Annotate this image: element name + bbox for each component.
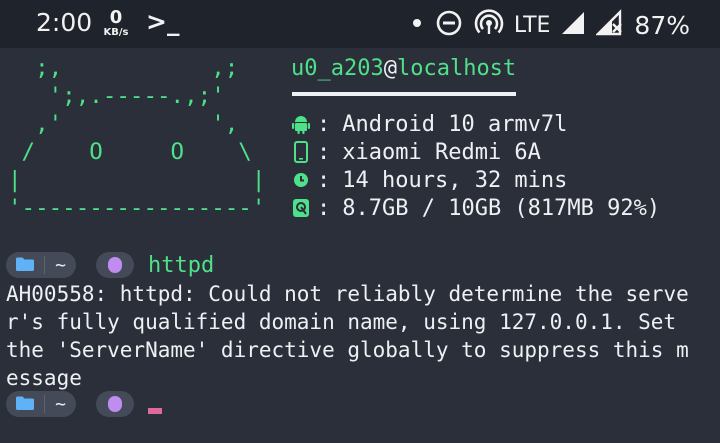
command-output: AH00558: httpd: Could not reliably deter… <box>6 280 689 392</box>
android-ascii-logo: ;, ,; ';,.-----.,;' ,' ', / O O \ | | '-… <box>8 55 266 221</box>
directory-segment: ~ <box>6 391 76 417</box>
info-value: xiaomi Redmi 6A <box>342 139 541 165</box>
info-value: 8.7GB / 10GB (817MB 92%) <box>342 195 661 221</box>
network-speed-unit: KB/s <box>103 27 129 38</box>
at-sign: @ <box>383 56 397 81</box>
info-colon: : <box>317 111 331 137</box>
command-text: httpd <box>148 252 215 278</box>
current-directory: ~ <box>55 393 66 415</box>
info-colon: : <box>317 139 331 165</box>
info-value: Android 10 armv7l <box>342 111 568 137</box>
username: u0_a203 <box>291 56 384 81</box>
android-icon <box>291 113 311 135</box>
hostname: localhost <box>396 56 517 81</box>
status-segment <box>96 252 134 278</box>
network-speed-value: 0 <box>109 7 123 28</box>
user-host: u0_a203@localhost <box>291 56 516 81</box>
directory-segment: ~ <box>6 252 76 278</box>
output-line: r's fully qualified domain name, using 1… <box>6 310 677 334</box>
info-value: 14 hours, 32 mins <box>342 167 568 193</box>
network-speed: 0 KB/s <box>99 9 133 38</box>
hotspot-icon <box>474 6 504 44</box>
info-uptime: : 14 hours, 32 mins <box>291 166 567 194</box>
phone-icon <box>291 141 311 163</box>
info-colon: : <box>317 167 331 193</box>
status-dot-icon <box>108 257 122 273</box>
status-time: 2:00 <box>36 8 93 37</box>
battery-level: 87% <box>634 10 690 40</box>
user-host-underline <box>292 92 516 96</box>
memory-icon <box>291 197 311 219</box>
info-os: : Android 10 armv7l <box>291 110 567 138</box>
network-type: LTE <box>513 12 551 38</box>
status-icons: LTE 87% <box>410 6 690 44</box>
info-memory: : 8.7GB / 10GB (817MB 92%) <box>291 194 660 222</box>
terminal-notification-icon: >_ <box>146 7 180 36</box>
status-bar: 2:00 0 KB/s >_ LTE 87% <box>0 0 720 48</box>
info-device: : xiaomi Redmi 6A <box>291 138 541 166</box>
signal-icon <box>560 6 586 44</box>
status-segment <box>96 391 134 417</box>
segment-divider <box>44 256 46 274</box>
folder-icon <box>16 395 34 414</box>
dot-icon <box>410 6 424 44</box>
clock-icon <box>291 169 311 191</box>
output-line: the 'ServerName' directive globally to s… <box>6 338 689 362</box>
status-dot-icon <box>108 396 122 412</box>
do-not-disturb-icon <box>434 6 464 44</box>
output-line: essage <box>6 366 82 390</box>
info-colon: : <box>317 195 331 221</box>
output-line: AH00558: httpd: Could not reliably deter… <box>6 282 689 306</box>
terminal[interactable]: ;, ,; ';,.-----.,;' ,' ', / O O \ | | '-… <box>0 48 720 443</box>
shell-prompt: ~ httpd <box>6 251 214 279</box>
shell-prompt-active[interactable]: ~ <box>6 390 162 418</box>
segment-divider <box>44 395 46 413</box>
signal-no-data-icon <box>595 6 624 44</box>
text-cursor[interactable] <box>148 408 162 414</box>
current-directory: ~ <box>55 254 66 276</box>
folder-icon <box>16 256 34 275</box>
